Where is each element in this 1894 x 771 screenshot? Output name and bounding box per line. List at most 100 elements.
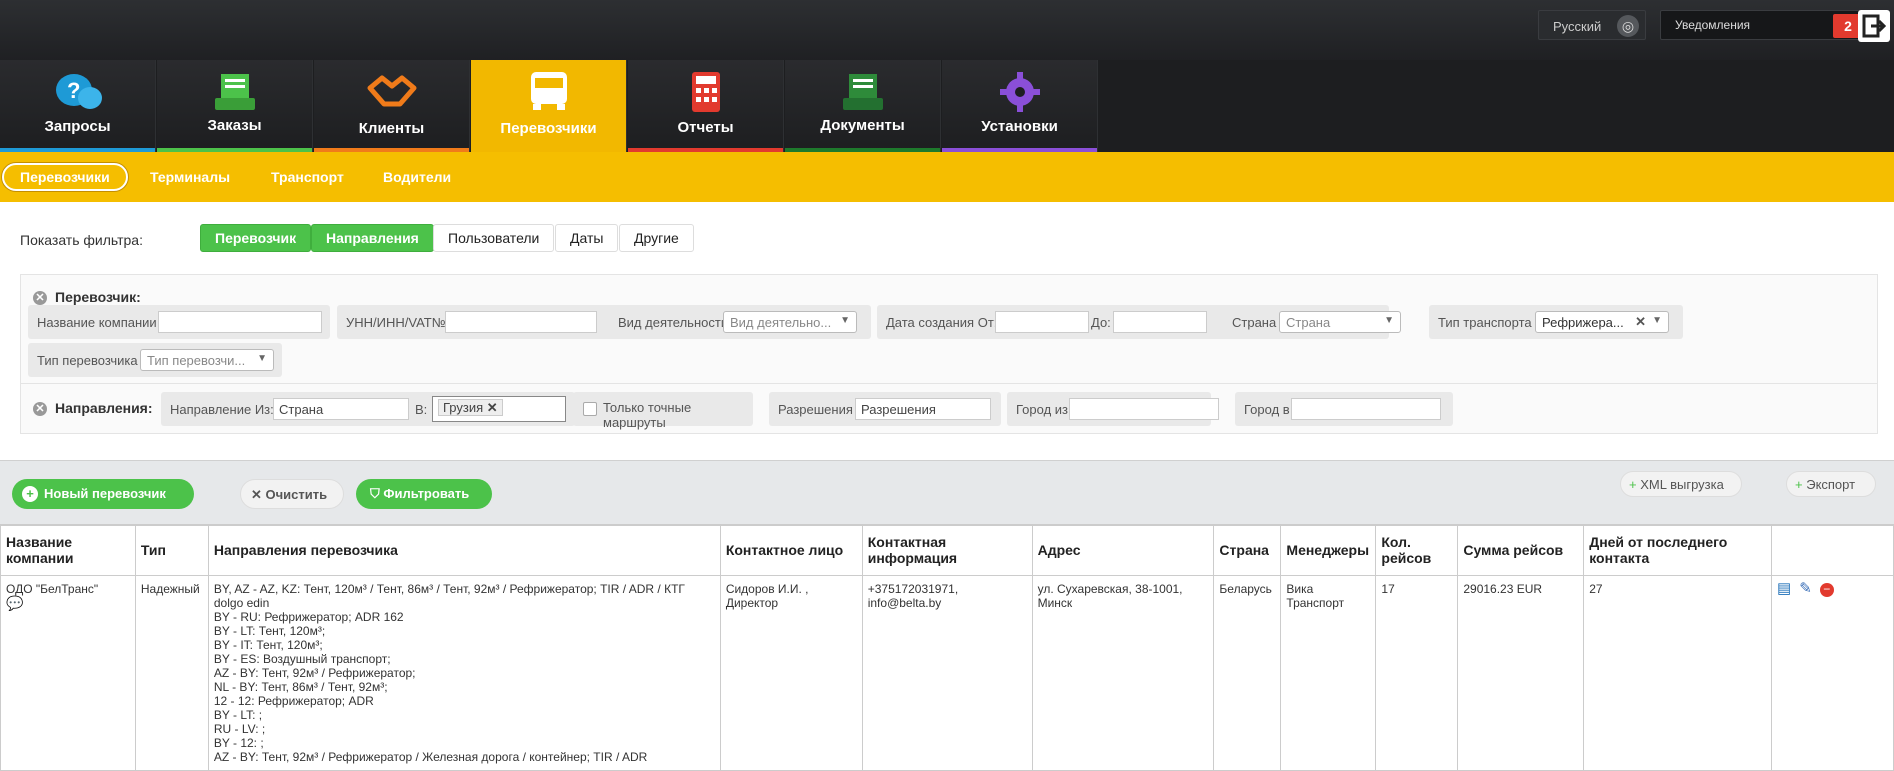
- country-label: Страна: [1232, 315, 1277, 330]
- country-cell: Беларусь: [1213, 574, 1282, 771]
- direction-line: dolgo edin: [213, 595, 270, 610]
- contact-person-cell: Сидоров И.И. , Директор: [719, 574, 863, 771]
- remove-circle-icon[interactable]: ✕: [33, 402, 47, 417]
- nav-tab-settings[interactable]: Установки: [942, 60, 1098, 152]
- subnav-carriers[interactable]: Перевозчики: [2, 163, 128, 191]
- nav-tab-documents[interactable]: Документы: [785, 60, 941, 152]
- date-to-input[interactable]: [1113, 311, 1207, 333]
- column-header[interactable]: Название компании: [0, 524, 136, 576]
- table-row[interactable]: ОДО "БелТранс" 💬 Надежный BY, AZ - AZ, KZ…: [0, 574, 1894, 771]
- language-selector[interactable]: Русский ◎: [1538, 10, 1646, 40]
- nav-tab-orders[interactable]: Заказы: [157, 60, 313, 152]
- company-name[interactable]: ОДО "БелТранс": [6, 582, 98, 596]
- column-header[interactable]: Сумма рейсов: [1457, 524, 1585, 576]
- actions-bar: + Новый перевозчик ✕ Очистить ⛉ Фильтрова…: [0, 460, 1894, 524]
- document-tray-icon: [843, 74, 883, 110]
- nav-tab-reports[interactable]: Отчеты: [628, 60, 784, 152]
- dropdown-arrow-icon: ▼: [1652, 315, 1662, 326]
- company-name-label: Название компании: [37, 315, 157, 330]
- carrier-type-filter: Тип перевозчика Тип перевозчи... ▼: [28, 343, 282, 377]
- trips-cell: 17: [1375, 574, 1459, 771]
- company-name-input[interactable]: [158, 311, 322, 333]
- show-filters-label: Показать фильтра:: [20, 232, 143, 248]
- city-from-filter: Город из: [1007, 392, 1219, 426]
- carrier-type-select[interactable]: Тип перевозчи... ▼: [140, 349, 274, 371]
- column-header[interactable]: Страна: [1213, 524, 1282, 576]
- remove-circle-icon[interactable]: ✕: [33, 291, 47, 306]
- language-label: Русский: [1553, 19, 1602, 34]
- top-bar: Русский ◎ Уведомления 2: [0, 0, 1894, 60]
- subnav-drivers[interactable]: Водители: [383, 163, 451, 191]
- nav-tab-requests[interactable]: ? Запросы: [0, 60, 156, 152]
- activity-select[interactable]: Вид деятельно... ▼: [723, 311, 857, 333]
- filter-toggle-other[interactable]: Другие: [619, 224, 694, 252]
- question-chat-icon: ?: [56, 74, 102, 109]
- permits-label: Разрешения: [778, 402, 853, 417]
- direction-to-label: В:: [415, 402, 428, 417]
- city-to-input[interactable]: [1291, 398, 1441, 420]
- filter-button[interactable]: ⛉ Фильтровать: [356, 479, 492, 509]
- clear-button[interactable]: ✕ Очистить: [240, 479, 344, 509]
- subnav-transport[interactable]: Транспорт: [271, 163, 344, 191]
- direction-to-input[interactable]: Грузия ✕: [432, 396, 566, 422]
- column-header[interactable]: Адрес: [1031, 524, 1215, 576]
- activity-label: Вид деятельности: [618, 315, 729, 330]
- column-header[interactable]: Контактная информация: [861, 524, 1033, 576]
- clear-x-icon[interactable]: ✕: [1635, 314, 1646, 330]
- nav-tab-label: Отчеты: [677, 119, 734, 136]
- subnav-terminals[interactable]: Терминалы: [150, 163, 230, 191]
- date-from-label: Дата создания От:: [886, 315, 998, 330]
- type-cell: Надежный: [134, 574, 209, 771]
- delete-icon[interactable]: −: [1819, 582, 1834, 597]
- transport-type-filter: Тип транспорта Рефрижера... ✕ ▼: [1429, 305, 1683, 339]
- filter-toggle-directions[interactable]: Направления: [311, 224, 434, 252]
- column-header[interactable]: Контактное лицо: [719, 524, 863, 576]
- nav-tab-carriers[interactable]: Перевозчики: [471, 60, 627, 152]
- column-header[interactable]: Кол. рейсов: [1375, 524, 1459, 576]
- dropdown-arrow-icon: ▼: [1384, 315, 1394, 326]
- country-select[interactable]: Страна ▼: [1279, 311, 1401, 333]
- transport-type-select[interactable]: Рефрижера... ✕ ▼: [1535, 311, 1669, 333]
- book-icon[interactable]: ▤: [1777, 581, 1791, 596]
- nav-tab-clients[interactable]: Клиенты: [314, 60, 470, 152]
- xml-export-button[interactable]: + XML выгрузка: [1620, 471, 1742, 497]
- filter-toggle-dates[interactable]: Даты: [555, 224, 619, 252]
- directions-cell: BY, AZ - AZ, KZ: Тент, 120м³ / Тент, 86м…: [207, 574, 721, 771]
- dropdown-arrow-icon: ▼: [840, 315, 850, 326]
- direction-from-input[interactable]: Страна: [273, 398, 409, 420]
- date-from-input[interactable]: [995, 311, 1089, 333]
- date-to-label: До:: [1091, 315, 1111, 330]
- nav-tab-label: Клиенты: [358, 120, 425, 137]
- notifications-label: Уведомления: [1675, 18, 1751, 32]
- direction-from-label: Направление Из:: [170, 402, 274, 417]
- filter-toggle-carrier[interactable]: Перевозчик: [200, 224, 312, 252]
- remove-token-icon[interactable]: ✕: [487, 400, 498, 415]
- carriers-table: Название компании Тип Направления перево…: [0, 524, 1894, 771]
- city-from-input[interactable]: [1069, 398, 1219, 420]
- column-header: [1771, 524, 1894, 576]
- column-header[interactable]: Направления перевозчика: [207, 524, 721, 576]
- carrier-section-title: ✕ Перевозчик:: [33, 289, 141, 306]
- export-button[interactable]: + Экспорт: [1786, 471, 1876, 497]
- exact-routes-checkbox[interactable]: [583, 402, 597, 416]
- direction-line: BY - LT: ;: [213, 707, 263, 722]
- filter-toggle-users[interactable]: Пользователи: [433, 224, 555, 252]
- transport-type-label: Тип транспорта: [1438, 315, 1532, 330]
- nav-tab-label: Установки: [981, 118, 1058, 135]
- notifications-box[interactable]: Уведомления 2: [1660, 10, 1870, 40]
- column-header[interactable]: Дней от последнего контакта: [1583, 524, 1773, 576]
- logout-icon: [1862, 14, 1886, 38]
- column-header[interactable]: Тип: [134, 524, 209, 576]
- column-header[interactable]: Менеджеры: [1280, 524, 1377, 576]
- carrier-filter-box: ✕ Перевозчик: Название компании УНН/ИНН/V…: [20, 274, 1878, 384]
- comment-bubble-icon[interactable]: 💬: [6, 595, 23, 611]
- edit-icon[interactable]: ✎: [1799, 581, 1812, 596]
- city-to-label: Город в: [1244, 402, 1290, 417]
- table-header-row: Название компании Тип Направления перево…: [0, 524, 1894, 576]
- vat-input[interactable]: [445, 311, 597, 333]
- permits-input[interactable]: Разрешения: [855, 398, 991, 420]
- new-carrier-button[interactable]: + Новый перевозчик: [12, 479, 194, 509]
- creation-date-filter: Дата создания От: До:: [877, 305, 1237, 339]
- exact-routes-label: Только точные маршруты: [603, 400, 692, 430]
- logout-button[interactable]: [1858, 10, 1890, 42]
